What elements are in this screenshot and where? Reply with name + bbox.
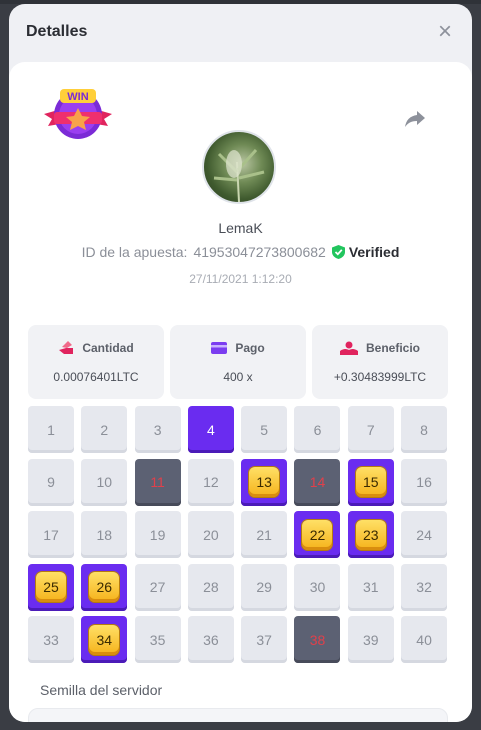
avatar xyxy=(202,130,276,204)
avatar-plant-image xyxy=(213,148,265,202)
grid-cell-39[interactable]: 39 xyxy=(347,616,394,663)
grid-cell-16[interactable]: 16 xyxy=(401,458,448,506)
grid-cell-8[interactable]: 8 xyxy=(401,406,448,453)
money-hand-icon xyxy=(59,341,74,354)
grid-cell-28[interactable]: 28 xyxy=(187,563,234,611)
gem-icon: 25 xyxy=(36,572,66,602)
grid-cell-6[interactable]: 6 xyxy=(294,406,341,453)
username: LemaK xyxy=(218,220,263,236)
stat-profit-label: Beneficio xyxy=(365,341,420,355)
grid-cell-7[interactable]: 7 xyxy=(347,406,394,453)
close-icon[interactable]: × xyxy=(438,20,452,44)
grid-cell-5[interactable]: 5 xyxy=(241,406,288,453)
win-badge-icon: WIN xyxy=(44,89,112,139)
bet-id-line: ID de la apuesta: 41953047273800682 Veri… xyxy=(9,244,472,260)
grid-cell-25[interactable]: 25 xyxy=(28,563,74,611)
grid-cell-22[interactable]: 22 xyxy=(294,511,341,558)
grid-cell-17[interactable]: 17 xyxy=(28,511,74,558)
grid-cell-1[interactable]: 1 xyxy=(28,406,74,453)
stat-amount-value: 0.00076401LTC xyxy=(53,370,139,384)
bet-id-value: 41953047273800682 xyxy=(193,244,326,260)
stats-row: Cantidad 0.00076401LTC Pago 400 x Benefi… xyxy=(28,325,448,399)
grid-cell-15[interactable]: 15 xyxy=(347,458,394,506)
stat-profit-value: +0.30483999LTC xyxy=(333,370,427,384)
gem-icon: 13 xyxy=(249,467,280,497)
gem-icon: 26 xyxy=(89,572,120,602)
grid-cell-9[interactable]: 9 xyxy=(28,458,74,506)
grid-cell-20[interactable]: 20 xyxy=(187,511,234,558)
grid-cell-33[interactable]: 33 xyxy=(28,616,74,663)
grid-cell-35[interactable]: 35 xyxy=(134,616,181,663)
grid-cell-27[interactable]: 27 xyxy=(134,563,181,611)
grid-cell-36[interactable]: 36 xyxy=(187,616,234,663)
modal-title: Detalles xyxy=(26,23,88,40)
stat-profit: Beneficio +0.30483999LTC xyxy=(312,325,448,399)
gem-icon: 23 xyxy=(355,519,386,550)
verified-label: Verified xyxy=(348,244,400,260)
stat-payout-value: 400 x xyxy=(223,370,253,384)
gem-icon: 15 xyxy=(355,467,386,497)
profit-hand-icon xyxy=(339,341,358,355)
grid-cell-3[interactable]: 3 xyxy=(134,406,181,453)
grid-cell-40[interactable]: 40 xyxy=(401,616,448,663)
grid-cell-2[interactable]: 2 xyxy=(81,406,128,453)
win-badge-text: WIN xyxy=(67,91,88,103)
grid-cell-26[interactable]: 26 xyxy=(81,563,128,611)
card-icon xyxy=(211,342,228,354)
stat-payout-label: Pago xyxy=(235,341,265,355)
stat-payout: Pago 400 x xyxy=(170,325,306,399)
grid-cell-31[interactable]: 31 xyxy=(347,563,394,611)
grid-cell-11[interactable]: 11 xyxy=(134,458,181,506)
server-seed-field[interactable] xyxy=(28,708,448,722)
grid-cell-12[interactable]: 12 xyxy=(187,458,234,506)
server-seed-label: Semilla del servidor xyxy=(40,682,163,698)
grid-cell-24[interactable]: 24 xyxy=(401,511,448,558)
grid-cell-32[interactable]: 32 xyxy=(401,563,448,611)
stat-amount-label: Cantidad xyxy=(82,341,134,355)
grid-cell-19[interactable]: 19 xyxy=(134,511,181,558)
details-modal: Detalles × WIN LemaK ID de la apuesta: 4… xyxy=(9,4,472,722)
grid-cell-10[interactable]: 10 xyxy=(81,458,128,506)
bet-date: 27/11/2021 1:12:20 xyxy=(189,272,292,286)
details-card: WIN LemaK ID de la apuesta: 419530472738… xyxy=(9,62,472,722)
grid-cell-30[interactable]: 30 xyxy=(294,563,341,611)
modal-header: Detalles × xyxy=(9,4,472,60)
grid-cell-37[interactable]: 37 xyxy=(241,616,288,663)
grid-cell-13[interactable]: 13 xyxy=(241,458,288,506)
bet-id-label: ID de la apuesta: xyxy=(81,244,188,260)
grid-cell-18[interactable]: 18 xyxy=(81,511,128,558)
grid-cell-23[interactable]: 23 xyxy=(347,511,394,558)
share-icon[interactable] xyxy=(403,106,427,130)
verified-badge: Verified xyxy=(331,244,400,260)
shield-check-icon xyxy=(331,245,345,259)
gem-icon: 34 xyxy=(89,624,120,655)
grid-cell-4[interactable]: 4 xyxy=(187,406,234,453)
gem-icon: 22 xyxy=(302,519,333,550)
grid-cell-21[interactable]: 21 xyxy=(241,511,288,558)
grid-cell-34[interactable]: 34 xyxy=(81,616,128,663)
grid-cell-29[interactable]: 29 xyxy=(241,563,288,611)
keno-grid: 1 2 3 4 5 6 7 8 9 10 11 12 13 14 15 16 17 18 19 20 21 22 23 24 2… xyxy=(28,406,449,663)
grid-cell-38[interactable]: 38 xyxy=(294,616,341,663)
grid-cell-14[interactable]: 14 xyxy=(294,458,341,506)
stat-amount: Cantidad 0.00076401LTC xyxy=(28,325,164,399)
